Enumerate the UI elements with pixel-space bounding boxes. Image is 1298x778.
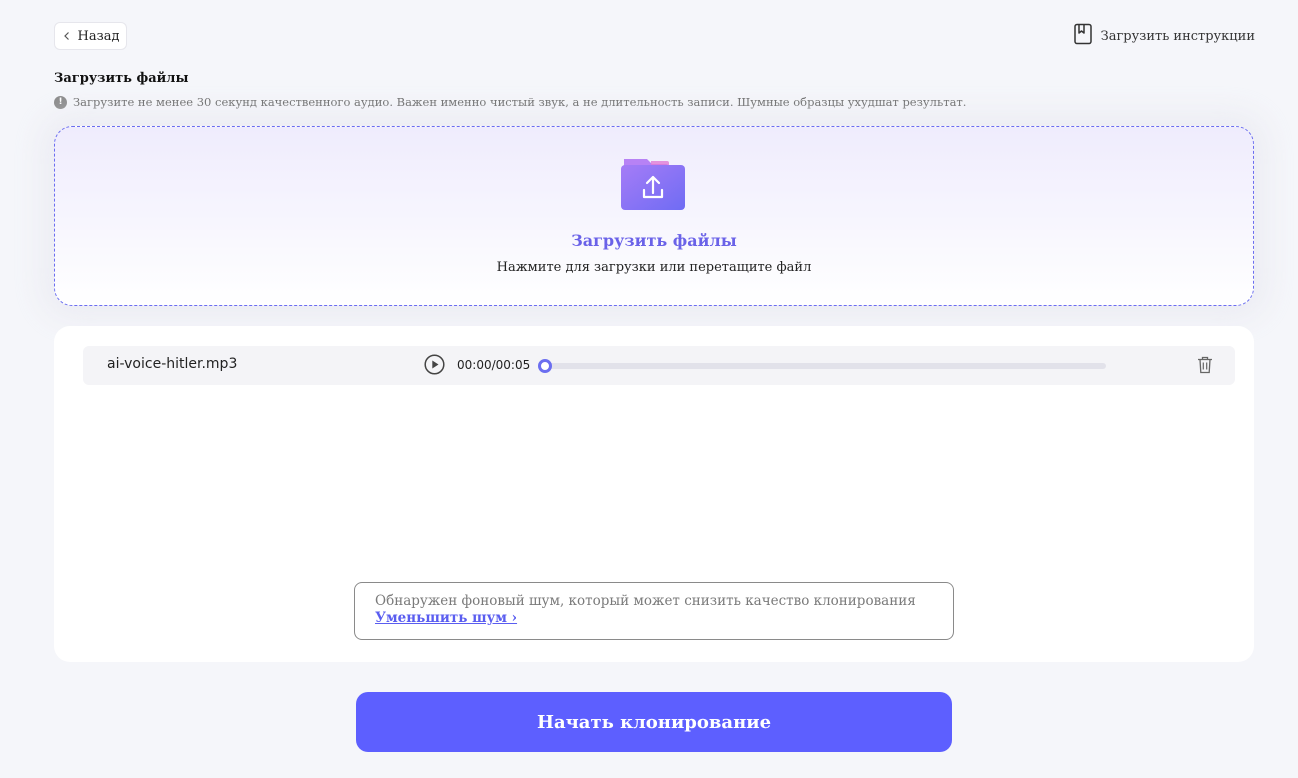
folder-upload-icon [621,159,687,211]
upload-dropzone[interactable]: Загрузить файлы Нажмите для загрузки или… [54,126,1254,306]
section-title: Загрузить файлы [54,71,189,86]
upload-hint: ! Загрузите не менее 30 секунд качествен… [54,95,966,109]
back-label: Назад [77,28,120,44]
chevron-left-icon [62,31,72,41]
hint-text: Загрузите не менее 30 секунд качественно… [73,95,967,109]
upload-guide-link[interactable]: Загрузить инструкции [1073,23,1255,49]
uploaded-files-panel: ai-voice-hitler.mp3 00:00/00:05 Обнаруже… [54,326,1254,662]
book-icon [1073,23,1093,49]
noise-warning-text: Обнаружен фоновый шум, который может сни… [375,593,916,609]
file-name: ai-voice-hitler.mp3 [107,356,238,372]
playback-time: 00:00/00:05 [457,358,531,372]
guide-label: Загрузить инструкции [1100,28,1255,44]
playback-progress-bar[interactable] [538,359,1106,373]
progress-knob[interactable] [538,359,552,373]
play-icon[interactable] [424,354,445,375]
file-row: ai-voice-hitler.mp3 00:00/00:05 [83,346,1235,385]
reduce-noise-link[interactable]: Уменьшить шум › [375,610,517,626]
info-icon: ! [54,95,67,109]
dropzone-title: Загрузить файлы [571,231,737,250]
start-cloning-button[interactable]: Начать клонирование [356,692,952,752]
trash-icon[interactable] [1197,356,1213,374]
dropzone-subtitle: Нажмите для загрузки или перетащите файл [496,260,812,275]
back-button[interactable]: Назад [54,22,127,50]
noise-warning: Обнаружен фоновый шум, который может сни… [354,582,954,640]
